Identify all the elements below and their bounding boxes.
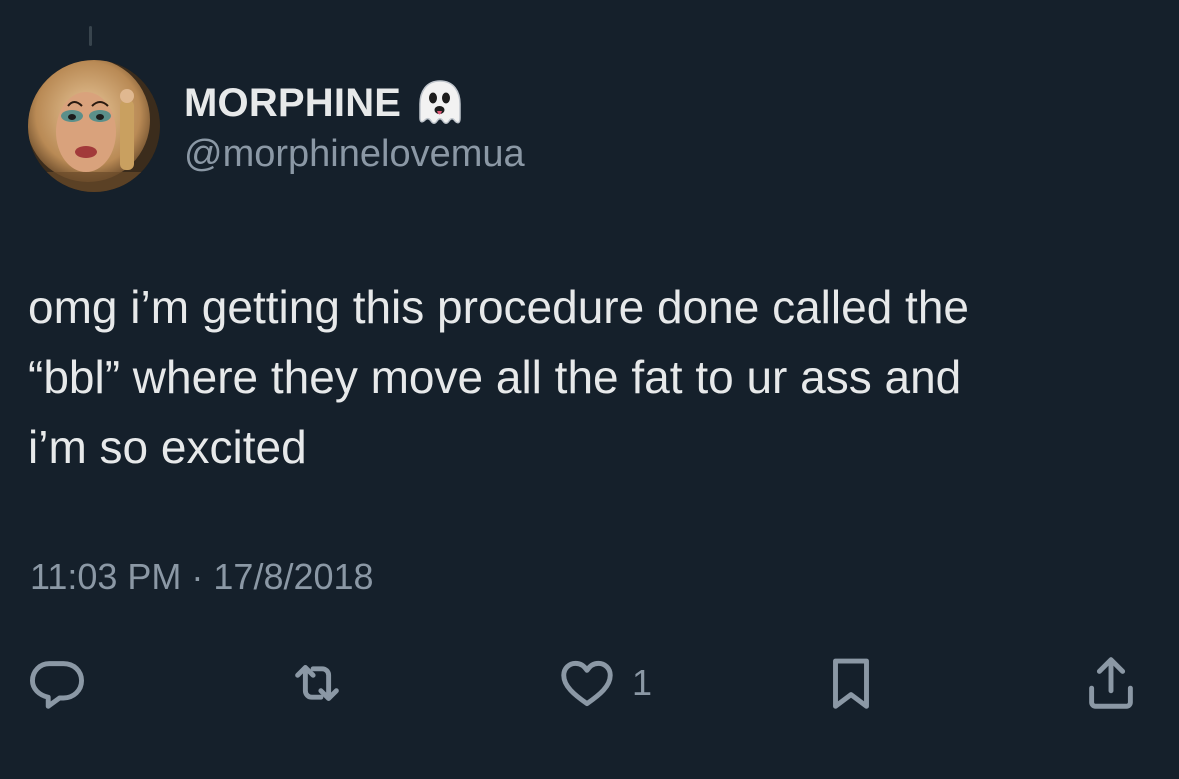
thread-connector-line (89, 26, 92, 46)
heart-icon (561, 660, 613, 707)
share-icon (1089, 657, 1133, 709)
reply-icon (30, 661, 84, 709)
bookmark-icon (833, 658, 869, 709)
retweet-button[interactable] (286, 652, 348, 714)
bookmark-button[interactable] (820, 652, 882, 714)
tweet-text: omg i’m getting this procedure done call… (28, 281, 970, 473)
user-handle[interactable]: @morphinelovemua (184, 133, 525, 176)
author-name-row[interactable]: MORPHINE (184, 78, 467, 128)
avatar-image (28, 60, 160, 192)
like-count: 1 (632, 662, 653, 703)
reply-button[interactable] (26, 652, 88, 714)
share-button[interactable] (1080, 652, 1142, 714)
avatar[interactable] (28, 60, 160, 192)
tweet-timestamp[interactable]: 11:03 PM · 17/8/2018 (30, 556, 374, 598)
display-name[interactable]: MORPHINE (184, 81, 401, 126)
tweet-actions-bar: 1 (0, 648, 1179, 718)
ghost-emoji-icon (413, 78, 467, 128)
retweet-icon (295, 665, 339, 701)
like-button[interactable]: 1 (556, 652, 652, 714)
